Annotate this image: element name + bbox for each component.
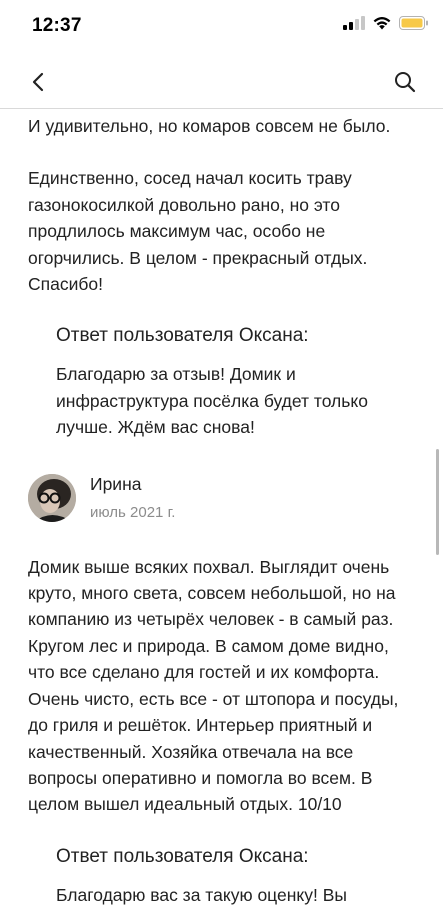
wifi-icon [373,17,391,30]
host-answer: Ответ пользователя Оксана: Благодарю вас… [0,844,443,910]
answer-title: Ответ пользователя Оксана: [56,325,309,347]
answer-text: Благодарю вас за такую оценку! Вы волшеб… [56,884,347,905]
avatar[interactable] [28,473,76,522]
author-name: Ирина [90,473,142,494]
answer-text: Благодарю за отзыв! Домик и инфраструкту… [56,364,368,438]
chevron-left-icon [32,72,44,92]
review-text: И удивительно, но комаров совсем не было… [28,116,391,136]
host-answer: Ответ пользователя Оксана: Благодарю за … [0,323,443,440]
answer-title: Ответ пользователя Оксана: [56,845,309,867]
battery-icon [399,16,428,30]
status-bar: 12:37 [0,0,443,56]
scroll-indicator[interactable] [436,449,439,555]
status-time: 12:37 [32,15,82,36]
review-date: июль 2021 г. [90,503,176,521]
reviews-list[interactable]: И удивительно, но комаров совсем не было… [0,109,443,910]
review-text: Единственно, сосед начал косить траву га… [28,168,368,295]
review-text: Домик выше всяких похвал. Выглядит очень… [28,556,399,815]
search-button[interactable] [389,66,421,98]
back-button[interactable] [22,66,54,98]
search-icon [395,72,416,93]
nav-bar [0,56,443,109]
cellular-signal-icon [343,16,365,30]
status-icons [343,16,429,30]
review-header: Ирина июль 2021 г. [0,473,443,554]
